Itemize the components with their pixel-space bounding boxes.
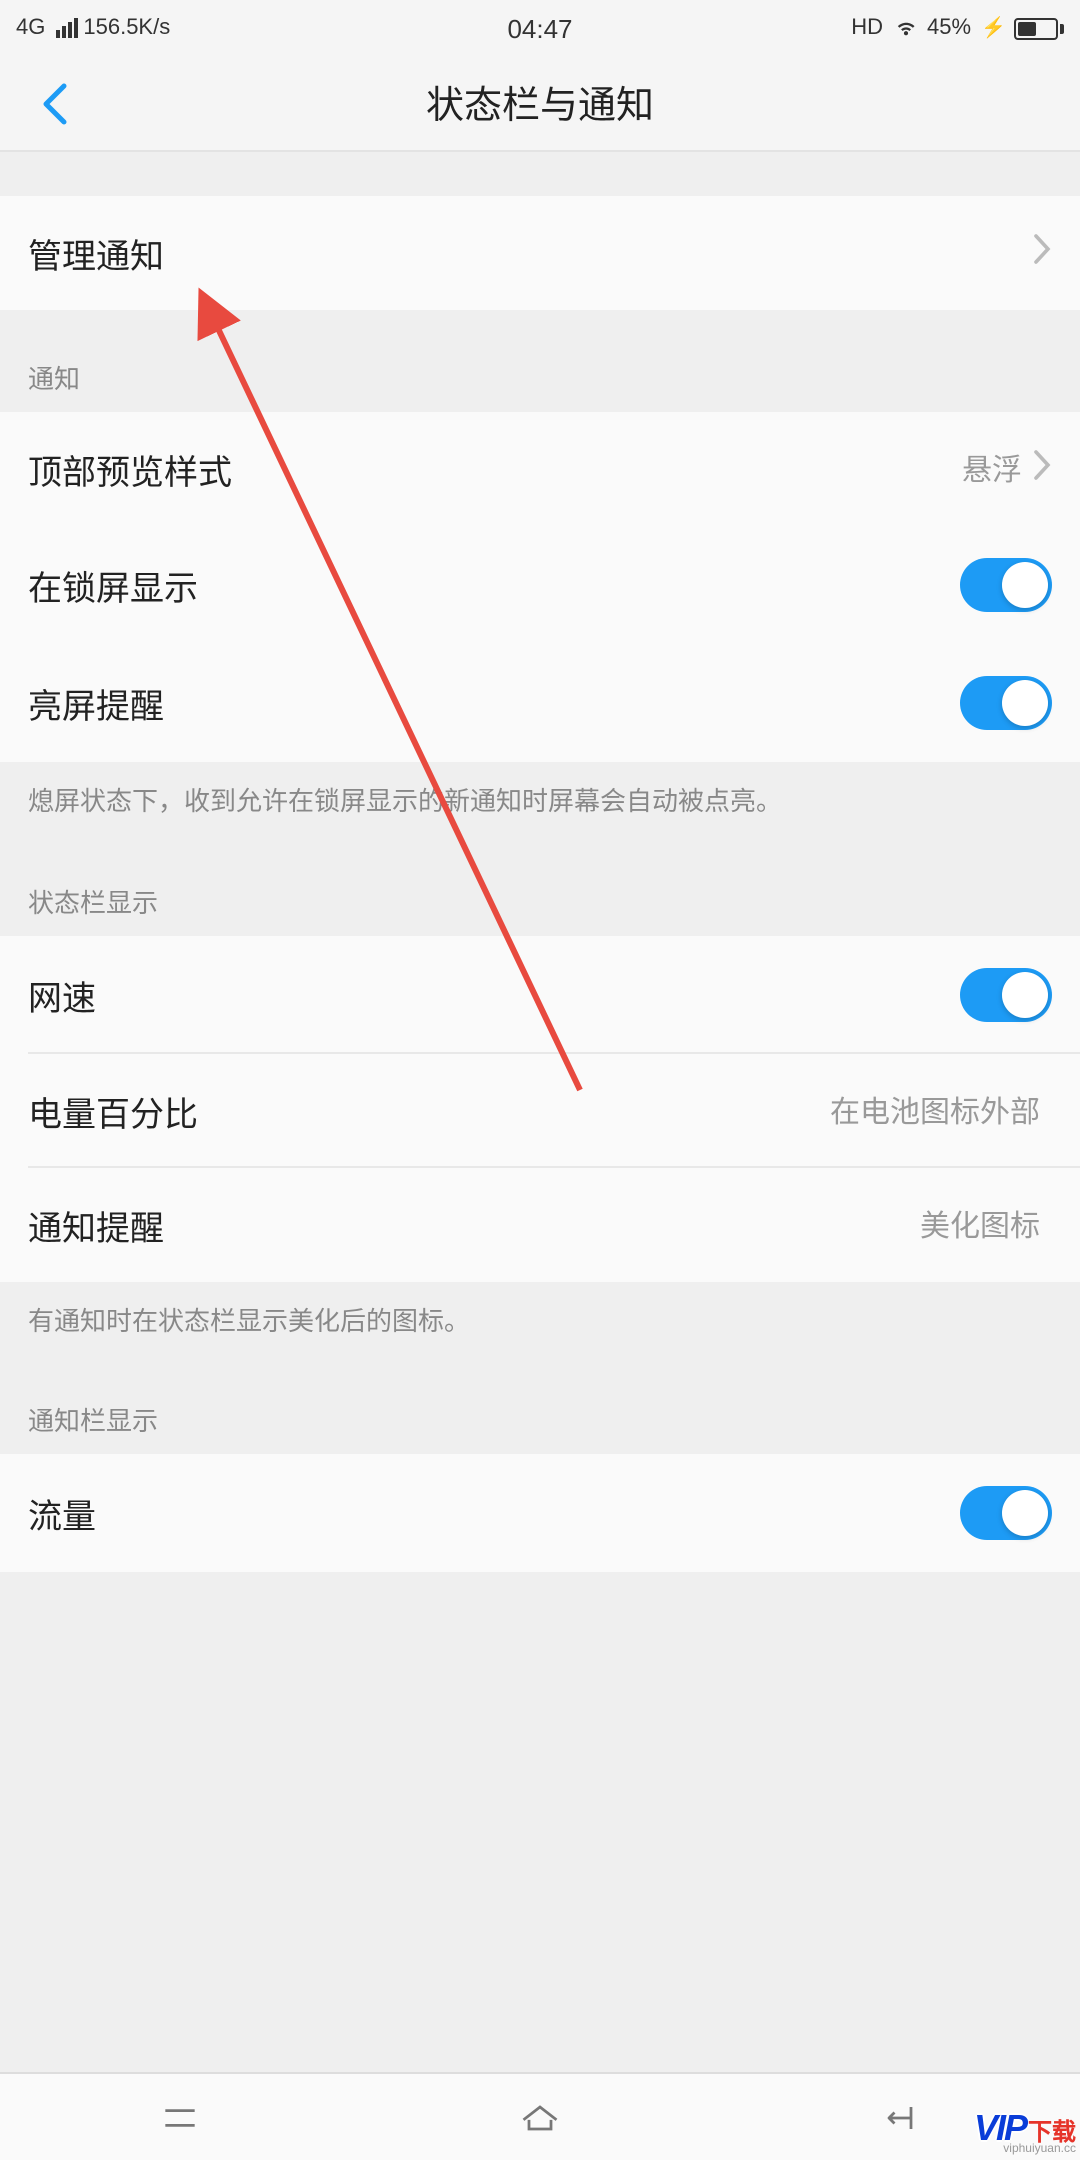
network-speed: 156.5K/s — [83, 16, 170, 40]
notify-remind-row[interactable]: 通知提醒 美化图标 — [0, 1167, 1080, 1281]
toggle-netspeed[interactable] — [960, 967, 1052, 1021]
traffic-row[interactable]: 流量 — [0, 1454, 1080, 1572]
wake-screen-row[interactable]: 亮屏提醒 — [0, 644, 1080, 762]
toggle-wakescreen[interactable] — [960, 676, 1052, 730]
toggle-lockscreen[interactable] — [960, 558, 1052, 612]
status-left: 4G 156.5K/s — [16, 16, 170, 40]
battery-icon — [1014, 17, 1064, 39]
status-right: HD 45% ⚡ — [851, 11, 1064, 45]
header: 状态栏与通知 — [0, 56, 1080, 152]
watermark-brand: VIP — [974, 2108, 1026, 2148]
charging-icon: ⚡ — [981, 17, 1006, 39]
home-icon — [518, 2095, 562, 2139]
lockscreen-show-row[interactable]: 在锁屏显示 — [0, 526, 1080, 644]
network-type: 4G — [16, 16, 45, 40]
chevron-left-icon — [40, 81, 68, 125]
row-label: 亮屏提醒 — [28, 678, 164, 728]
back-button[interactable] — [24, 73, 84, 133]
navigation-bar — [0, 2072, 1080, 2160]
settings-list: 管理通知 通知 顶部预览样式 悬浮 在锁屏显示 亮屏提醒 熄屏状态下，收到允许在… — [0, 152, 1080, 1572]
chevron-right-icon — [1034, 233, 1052, 273]
row-value: 在电池图标外部 — [830, 1089, 1040, 1131]
status-bar: 4G 156.5K/s 04:47 HD 45% ⚡ — [0, 0, 1080, 56]
battery-percent-row[interactable]: 电量百分比 在电池图标外部 — [0, 1053, 1080, 1167]
section-header-notificationbar: 通知栏显示 — [0, 1352, 1080, 1454]
toggle-traffic[interactable] — [960, 1486, 1052, 1540]
nav-back-button[interactable] — [840, 2077, 960, 2157]
row-label: 通知提醒 — [28, 1199, 164, 1249]
manage-notifications-row[interactable]: 管理通知 — [0, 196, 1080, 310]
preview-style-row[interactable]: 顶部预览样式 悬浮 — [0, 412, 1080, 526]
section-footer: 熄屏状态下，收到允许在锁屏显示的新通知时屏幕会自动被点亮。 — [0, 762, 1080, 833]
row-label: 电量百分比 — [28, 1085, 198, 1135]
section-footer: 有通知时在状态栏显示美化后的图标。 — [0, 1281, 1080, 1352]
menu-icon — [158, 2095, 202, 2139]
watermark-suffix: 下载 — [1028, 2118, 1076, 2146]
section-header-notification: 通知 — [0, 310, 1080, 412]
status-time: 04:47 — [507, 13, 572, 43]
row-value: 悬浮 — [962, 448, 1022, 490]
row-label: 在锁屏显示 — [28, 560, 198, 610]
hd-indicator: HD — [851, 16, 883, 40]
watermark: VIP下载 viphuiyuan.cc — [974, 2108, 1076, 2156]
signal-icon — [55, 18, 77, 38]
row-label: 管理通知 — [28, 228, 164, 278]
nav-recent-button[interactable] — [120, 2077, 240, 2157]
page-title: 状态栏与通知 — [426, 76, 654, 130]
netspeed-row[interactable]: 网速 — [0, 935, 1080, 1053]
wifi-icon — [891, 11, 919, 45]
battery-percent: 45% — [927, 16, 971, 40]
row-label: 流量 — [28, 1488, 96, 1538]
section-header-statusdisplay: 状态栏显示 — [0, 833, 1080, 935]
row-label: 顶部预览样式 — [28, 444, 232, 494]
back-icon — [878, 2095, 922, 2139]
row-value: 美化图标 — [920, 1203, 1040, 1245]
row-label: 网速 — [28, 969, 96, 1019]
nav-home-button[interactable] — [480, 2077, 600, 2157]
chevron-right-icon — [1034, 449, 1052, 489]
